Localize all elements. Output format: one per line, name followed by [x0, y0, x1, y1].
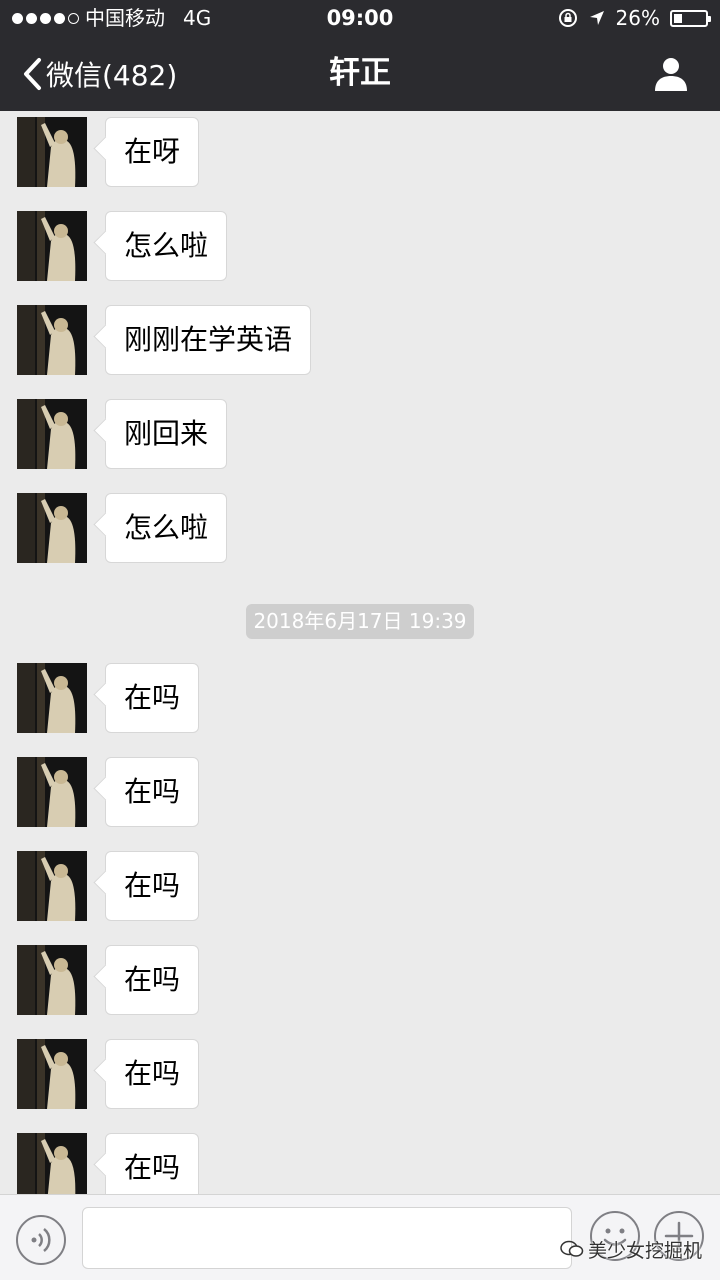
avatar[interactable]	[17, 211, 87, 281]
back-label: 微信(482)	[46, 58, 178, 92]
message-bubble[interactable]: 怎么啦	[105, 493, 228, 563]
nav-bar: 微信(482) 轩正	[0, 36, 720, 111]
location-arrow-icon	[589, 11, 604, 25]
message-bubble[interactable]: 在吗	[105, 757, 200, 827]
message-bubble[interactable]: 怎么啦	[105, 211, 228, 281]
message-input[interactable]	[82, 1207, 572, 1269]
status-bar: 中国移动 4G 09:00 26%	[0, 0, 720, 36]
voice-button[interactable]	[16, 1215, 66, 1265]
avatar[interactable]	[17, 1133, 87, 1194]
avatar[interactable]	[17, 493, 87, 563]
avatar[interactable]	[17, 851, 87, 921]
message-bubble[interactable]: 在吗	[105, 663, 200, 733]
avatar[interactable]	[17, 663, 87, 733]
message-bubble[interactable]: 在吗	[105, 851, 200, 921]
avatar[interactable]	[17, 1039, 87, 1109]
status-right: 26%	[558, 0, 711, 36]
person-icon[interactable]	[654, 56, 688, 92]
message-bubble[interactable]: 在吗	[105, 1133, 200, 1194]
message-bubble[interactable]: 在吗	[105, 1039, 200, 1109]
avatar[interactable]	[17, 945, 87, 1015]
message-bubble[interactable]: 在呀	[105, 117, 200, 187]
message-bubble[interactable]: 在吗	[105, 945, 200, 1015]
chat-area[interactable]: 在呀 怎么啦 刚刚在学英语 刚回来 怎么啦 2018年6月17日 19:39 在吗 在吗在…	[0, 111, 720, 1194]
back-button[interactable]: 微信(482)	[22, 36, 177, 111]
watermark: 美少女挖掘机	[560, 1236, 702, 1262]
chevron-left-icon	[24, 57, 41, 90]
watermark-text: 美少女挖掘机	[588, 1239, 703, 1262]
avatar[interactable]	[17, 399, 87, 469]
chat-timestamp: 2018年6月17日 19:39	[246, 604, 474, 639]
avatar[interactable]	[17, 117, 87, 187]
battery-percent: 26%	[615, 6, 660, 30]
orientation-lock-icon	[558, 9, 577, 27]
wechat-logo-icon	[560, 1240, 584, 1257]
message-bubble[interactable]: 刚刚在学英语	[105, 305, 312, 375]
battery-icon	[670, 9, 711, 27]
avatar[interactable]	[17, 757, 87, 827]
message-bubble[interactable]: 刚回来	[105, 399, 228, 469]
voice-icon	[31, 1228, 51, 1252]
battery-fill	[674, 13, 682, 23]
avatar[interactable]	[17, 305, 87, 375]
top-bar: 中国移动 4G 09:00 26% 微信(482) 轩正	[0, 0, 720, 111]
